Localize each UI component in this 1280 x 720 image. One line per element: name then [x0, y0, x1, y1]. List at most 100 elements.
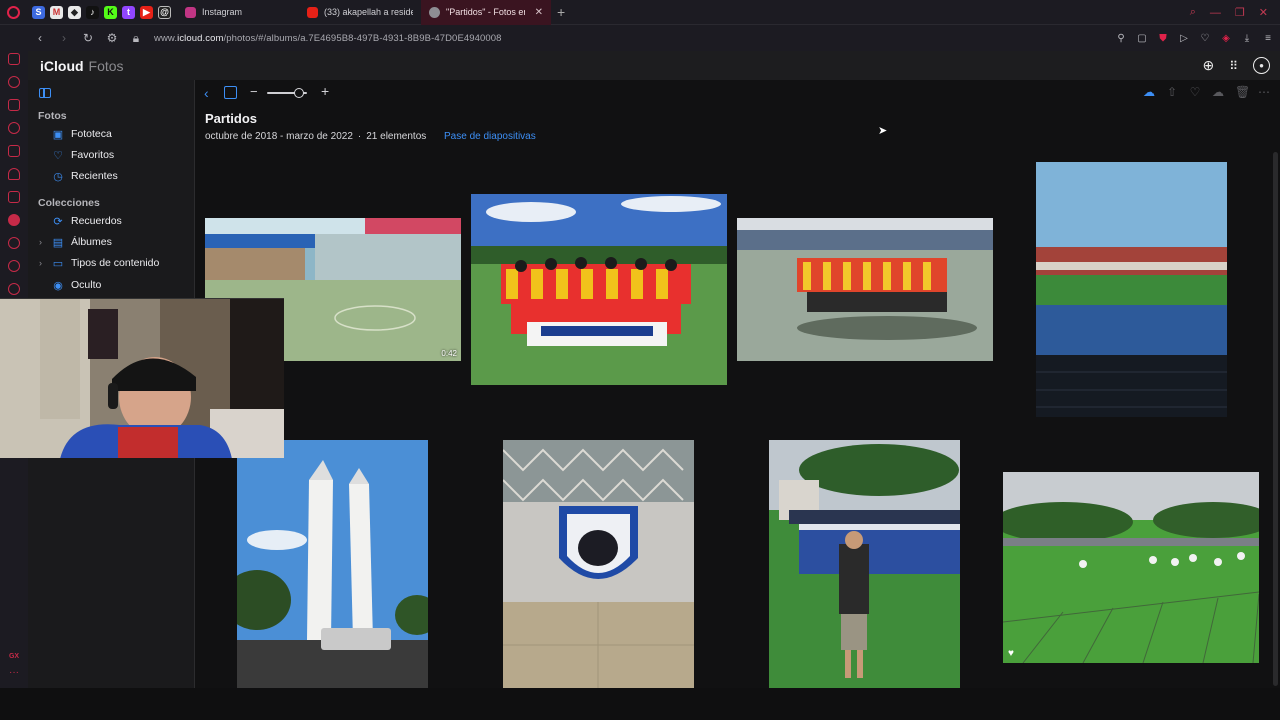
tab-instagram[interactable]: Instagram — [177, 0, 299, 25]
add-icon[interactable]: ⊕ — [1202, 57, 1214, 74]
photo-image — [769, 440, 960, 688]
menu-icon[interactable]: ≡ — [1262, 33, 1274, 44]
album-item-count: 21 elementos — [366, 131, 427, 142]
workspace-icon[interactable] — [8, 53, 20, 65]
icloud-header: iCloud Fotos ⊕ ⠿ ● — [28, 51, 1280, 80]
send-icon[interactable]: ▷ — [1178, 33, 1190, 44]
apps-grid-icon[interactable]: ⠿ — [1229, 59, 1238, 73]
more-options-icon[interactable]: ⋯ — [1258, 85, 1270, 99]
youtube-icon — [307, 6, 318, 18]
reload-icon[interactable]: ↻ — [82, 31, 94, 45]
photo-thumbnail[interactable] — [737, 218, 993, 361]
aspect-toggle-icon[interactable] — [224, 86, 237, 99]
mouse-cursor: ➤ — [878, 125, 888, 137]
trash-icon[interactable]: 🗑︎ — [1235, 85, 1250, 99]
bulb-icon[interactable] — [8, 260, 20, 272]
sidebar-item-oculto[interactable]: ◉ Oculto — [52, 277, 101, 293]
twitch-side-icon[interactable] — [8, 191, 20, 203]
sidebar-item-tipos-de-contenido[interactable]: ▭ Tipos de contenido — [52, 255, 160, 271]
sidebar-item-recientes[interactable]: ◷ Recientes — [52, 168, 118, 184]
music-icon[interactable] — [8, 145, 20, 157]
photo-thumbnail[interactable] — [471, 194, 727, 385]
album-view: ‹ − + ☁ ⇧ ♡ ☁ 🗑︎ ⋯ Partidos octubre de 2… — [195, 80, 1280, 688]
sidebar-item-label: Álbumes — [71, 236, 112, 248]
sidebar-item-favoritos[interactable]: ♡ Favoritos — [52, 147, 114, 163]
url-path: /photos/#/albums/a.7E4695B8-497B-4931-8B… — [223, 32, 502, 44]
hidden-eye-icon: ◉ — [53, 279, 63, 292]
chevron-right-icon[interactable]: › — [39, 258, 42, 268]
youtube-icon[interactable]: ▶ — [140, 5, 153, 19]
messenger-icon[interactable]: S — [32, 5, 45, 19]
wallet-icon[interactable]: ◈ — [1220, 33, 1232, 44]
album-meta: octubre de 2018 - marzo de 2022 · 21 eleme… — [205, 131, 427, 142]
download-icon[interactable]: ⤓ — [1241, 33, 1253, 44]
share-icon[interactable]: ⇧ — [1166, 85, 1178, 99]
bag-icon[interactable] — [8, 99, 20, 111]
album-date-range: octubre de 2018 - marzo de 2022 — [205, 131, 353, 142]
opera-menu-icon[interactable] — [0, 0, 26, 25]
upload-cloud-icon[interactable]: ☁ — [1143, 85, 1155, 99]
zoom-out-button[interactable]: − — [250, 84, 258, 99]
tiktok-icon[interactable]: ♪ — [86, 5, 99, 19]
close-tab-icon[interactable]: ✕ — [535, 7, 543, 18]
chevron-right-icon[interactable]: › — [39, 237, 42, 247]
tab-label: (33) akapellah a residente — [324, 7, 413, 17]
section-title-collections: Colecciones — [38, 197, 100, 209]
maximize-icon[interactable]: ❐ — [1235, 6, 1245, 19]
clock-side-icon[interactable] — [8, 237, 20, 249]
icloud-logo[interactable]: iCloud Fotos — [38, 58, 124, 74]
address-bar: ‹ › ↻ ⚙ 🔒︎ www.icloud.com/photos/#/album… — [0, 25, 1280, 51]
icloud-icon — [429, 6, 440, 18]
sidebar-item-label: Recuerdos — [71, 215, 122, 227]
kick-icon[interactable]: K — [104, 5, 117, 19]
new-tab-button[interactable]: + — [551, 4, 571, 20]
extension-icon[interactable]: ◆ — [68, 5, 81, 19]
back-chevron-icon[interactable]: ‹ — [204, 85, 209, 101]
search-tabs-icon[interactable]: ⌕ — [1190, 6, 1196, 19]
snapshot-icon[interactable]: ▢ — [1136, 33, 1148, 44]
history-icon[interactable] — [8, 76, 20, 88]
tab-label: Instagram — [202, 7, 243, 17]
photo-image — [737, 218, 993, 361]
photo-thumbnail[interactable] — [237, 440, 428, 688]
gx-corner-icon[interactable]: GX — [9, 653, 19, 660]
pin-icon[interactable]: ⚲ — [1115, 33, 1127, 44]
tab-youtube[interactable]: (33) akapellah a residente — [299, 0, 421, 25]
forward-icon[interactable]: › — [58, 31, 70, 45]
photo-thumbnail[interactable] — [503, 440, 694, 688]
messenger-side-icon[interactable] — [8, 122, 20, 134]
tab-icloud-photos[interactable]: "Partidos" - Fotos en iClo ✕ — [421, 0, 551, 25]
photo-image — [1003, 472, 1259, 663]
url-field[interactable]: www.icloud.com/photos/#/albums/a.7E4695B… — [154, 33, 502, 44]
download-cloud-icon[interactable]: ☁ — [1212, 85, 1224, 99]
back-icon[interactable]: ‹ — [34, 31, 46, 45]
tab-label: "Partidos" - Fotos en iClo — [446, 7, 525, 17]
zoom-in-button[interactable]: + — [321, 83, 329, 99]
heart-outline-icon[interactable]: ♡ — [1199, 33, 1211, 44]
brand-name: iCloud — [40, 57, 84, 74]
photo-thumbnail[interactable] — [769, 440, 960, 688]
account-avatar[interactable]: ● — [1253, 57, 1270, 74]
aria-icon[interactable] — [8, 168, 20, 180]
record-icon[interactable] — [8, 214, 20, 226]
photo-thumbnail[interactable] — [1036, 162, 1227, 417]
sidebar-item-fototeca[interactable]: ▣ Fototeca — [52, 126, 112, 142]
minimize-icon[interactable]: — — [1210, 7, 1221, 19]
twitch-icon[interactable]: t — [122, 5, 135, 19]
photo-thumbnail[interactable]: ♥ — [1003, 472, 1259, 663]
close-window-icon[interactable]: ✕ — [1259, 6, 1268, 19]
slideshow-link[interactable]: Pase de diapositivas — [444, 131, 536, 142]
sidebar-item-recuerdos[interactable]: ⟳ Recuerdos — [52, 213, 122, 229]
threads-icon[interactable]: @ — [158, 5, 171, 19]
settings-side-icon[interactable] — [8, 283, 20, 295]
sidebar-toggle-icon[interactable] — [39, 88, 51, 98]
photo-image — [1036, 162, 1227, 417]
sidebar-item-albumes[interactable]: ▤ Álbumes — [52, 234, 112, 250]
zoom-slider-knob[interactable] — [294, 88, 304, 98]
more-icon[interactable]: ··· — [9, 667, 19, 678]
settings-icon[interactable]: ⚙ — [106, 31, 118, 45]
scrollbar[interactable] — [1273, 152, 1278, 686]
favorite-icon[interactable]: ♡ — [1189, 85, 1201, 99]
shield-icon[interactable]: ⛊ — [1157, 33, 1169, 44]
gmail-icon[interactable]: M — [50, 5, 63, 19]
